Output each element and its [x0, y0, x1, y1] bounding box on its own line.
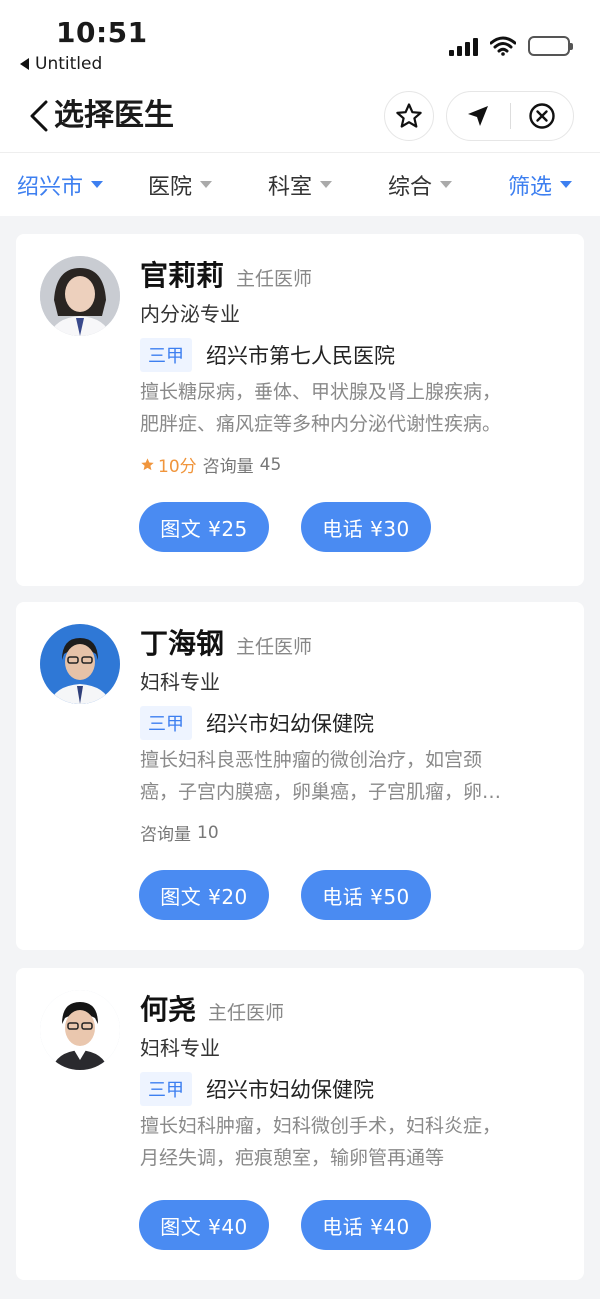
- doctor-description: 擅长妇科良恶性肿瘤的微创治疗，如宫颈 癌，子宫内膜癌，卵巢癌，子宫肌瘤，卵…: [140, 749, 502, 803]
- filter-label: 科室: [267, 174, 312, 200]
- doctor-description: 擅长妇科肿瘤，妇科微创手术，妇科炎症， 月经失调，疤痕憩室，输卵管再通等: [140, 1115, 502, 1169]
- hospital-grade-badge: 三甲: [140, 706, 192, 740]
- close-button[interactable]: [511, 92, 574, 140]
- location-button[interactable]: [447, 92, 510, 140]
- hospital-row: 三甲 绍兴市妇幼保健院: [140, 706, 374, 740]
- hospital-grade-badge: 三甲: [140, 338, 192, 372]
- hospital-row: 三甲 绍兴市妇幼保健院: [140, 1072, 374, 1106]
- phone-consult-button[interactable]: 电话 ¥40: [301, 1200, 431, 1250]
- phone-consult-button[interactable]: 电话 ¥50: [301, 870, 431, 920]
- filter-sort[interactable]: 综合: [360, 169, 480, 201]
- nav-bar: 选择医生: [0, 80, 600, 152]
- back-to-app-link[interactable]: Untitled: [20, 54, 102, 74]
- consult-buttons: 图文 ¥25 电话 ¥30: [139, 502, 431, 552]
- consult-count: 45: [259, 454, 282, 475]
- doctor-specialty: 内分泌专业: [140, 302, 240, 326]
- consult-buttons: 图文 ¥20 电话 ¥50: [139, 870, 431, 920]
- doctor-description: 擅长糖尿病，垂体、甲状腺及肾上腺疾病， 肥胖症、痛风症等多种内分泌代谢性疾病。: [140, 381, 502, 435]
- doctor-avatar: [40, 256, 120, 336]
- filter-bar: 绍兴市 医院 科室 综合 筛选: [0, 152, 600, 216]
- doctor-title: 主任医师: [236, 268, 313, 290]
- doctor-avatar: [40, 624, 120, 704]
- wifi-icon: [490, 36, 516, 56]
- hospital-row: 三甲 绍兴市第七人民医院: [140, 338, 395, 372]
- doctor-title: 主任医师: [208, 1002, 285, 1024]
- system-icons: [449, 36, 573, 56]
- consult-count: 10: [197, 822, 219, 843]
- consult-buttons: 图文 ¥40 电话 ¥40: [139, 1200, 431, 1250]
- favorite-button[interactable]: [384, 91, 434, 141]
- caret-down-icon: [91, 181, 103, 188]
- phone-consult-button[interactable]: 电话 ¥30: [301, 502, 431, 552]
- doctor-specialty: 妇科专业: [140, 670, 220, 694]
- doctor-stats: 咨询量 10: [140, 820, 219, 846]
- text-consult-button[interactable]: 图文 ¥20: [139, 870, 269, 920]
- caret-down-icon: [560, 181, 572, 188]
- doctor-card[interactable]: 官莉莉 主任医师 内分泌专业 三甲 绍兴市第七人民医院 擅长糖尿病，垂体、甲状腺及…: [16, 234, 584, 586]
- text-consult-button[interactable]: 图文 ¥25: [139, 502, 269, 552]
- battery-icon: [528, 36, 573, 56]
- consult-label: 咨询量: [140, 825, 191, 845]
- close-circle-icon: [529, 103, 555, 129]
- doctor-card[interactable]: 何尧 主任医师 妇科专业 三甲 绍兴市妇幼保健院 擅长妇科肿瘤，妇科微创手术，妇科…: [16, 968, 584, 1280]
- navigation-arrow-icon: [468, 106, 489, 126]
- doctor-name: 何尧 主任医师: [140, 993, 285, 1026]
- back-triangle-icon: [20, 58, 29, 70]
- filter-city[interactable]: 绍兴市: [0, 169, 120, 201]
- text-consult-button[interactable]: 图文 ¥40: [139, 1200, 269, 1250]
- status-time: 10:51: [56, 16, 148, 49]
- caret-down-icon: [200, 181, 212, 188]
- filter-department[interactable]: 科室: [240, 169, 360, 201]
- doctor-name: 丁海钢 主任医师: [140, 627, 313, 660]
- doctor-card[interactable]: 丁海钢 主任医师 妇科专业 三甲 绍兴市妇幼保健院 擅长妇科良恶性肿瘤的微创治疗，…: [16, 602, 584, 950]
- star-icon: [396, 103, 422, 128]
- star-filled-icon: [141, 458, 154, 471]
- consult-label: 咨询量: [202, 457, 254, 477]
- hospital-name: 绍兴市妇幼保健院: [206, 712, 374, 736]
- hospital-name: 绍兴市妇幼保健院: [206, 1078, 374, 1102]
- filter-label: 医院: [147, 174, 192, 200]
- caret-down-icon: [320, 181, 332, 188]
- doctor-avatar: [40, 990, 120, 1070]
- cellular-signal-icon: [449, 36, 478, 56]
- back-app-label: Untitled: [35, 54, 103, 74]
- filter-hospital[interactable]: 医院: [120, 169, 240, 201]
- doctor-specialty: 妇科专业: [140, 1036, 220, 1060]
- mini-program-capsule: [446, 91, 574, 141]
- filter-label: 绍兴市: [16, 174, 83, 200]
- caret-down-icon: [440, 181, 452, 188]
- hospital-name: 绍兴市第七人民医院: [206, 344, 395, 368]
- doctor-stats: 10分 咨询量 45: [140, 452, 281, 477]
- filter-label: 综合: [387, 174, 432, 200]
- filter-more[interactable]: 筛选: [480, 169, 600, 201]
- doctor-name: 官莉莉 主任医师: [140, 259, 313, 292]
- status-bar: 10:51 Untitled: [0, 0, 600, 80]
- rating-score: 10分: [140, 452, 197, 477]
- doctor-title: 主任医师: [236, 636, 313, 658]
- hospital-grade-badge: 三甲: [140, 1072, 192, 1106]
- page-title: 选择医生: [54, 98, 174, 133]
- filter-label: 筛选: [507, 174, 552, 200]
